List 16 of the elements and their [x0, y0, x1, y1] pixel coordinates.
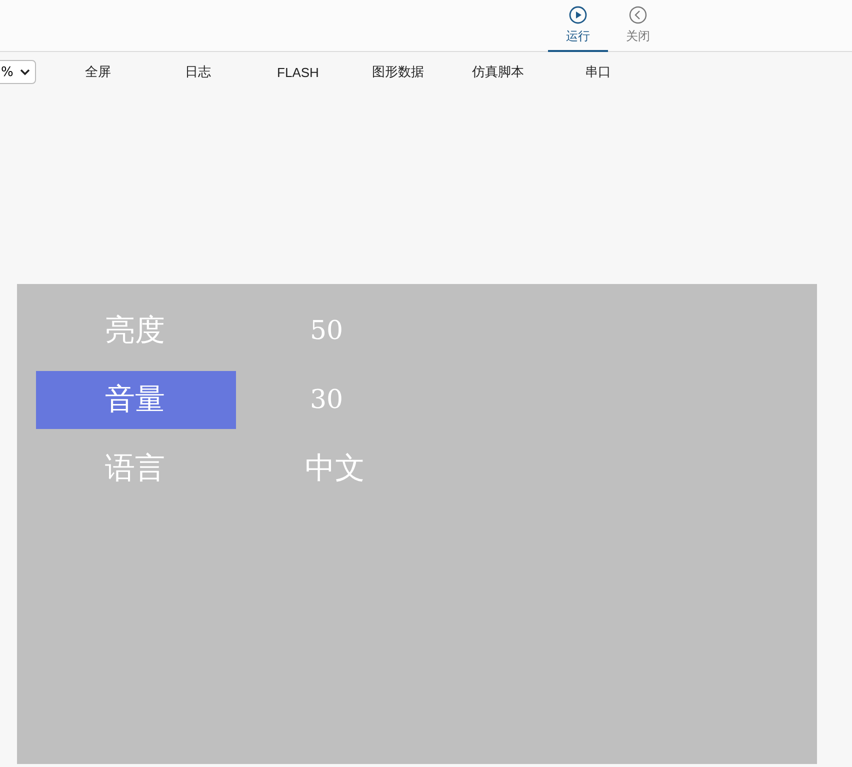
menu-item[interactable]: 音量 — [36, 370, 236, 428]
toolbar-button[interactable]: 运行 — [548, 0, 608, 52]
chevron-left-icon — [629, 6, 647, 24]
toolbar-tab[interactable]: 串口 — [548, 63, 648, 81]
chevron-down-icon — [20, 68, 30, 76]
zoom-select[interactable]: % — [0, 60, 36, 84]
toolbar-tab[interactable]: 图形数据 — [348, 63, 448, 81]
menu-value: 50 — [310, 316, 344, 346]
toolbar-tab[interactable]: 日志 — [148, 63, 248, 81]
toolbar-tab[interactable]: 全屏 — [48, 63, 148, 81]
toolbar-button[interactable]: 关闭 — [608, 0, 668, 52]
menu-value: 中文 — [305, 450, 365, 488]
menu-value: 30 — [310, 384, 344, 414]
toolbar-tab[interactable]: FLASH — [248, 64, 348, 80]
toolbar-tab[interactable]: 仿真脚本 — [448, 63, 548, 81]
play-icon — [569, 6, 587, 24]
